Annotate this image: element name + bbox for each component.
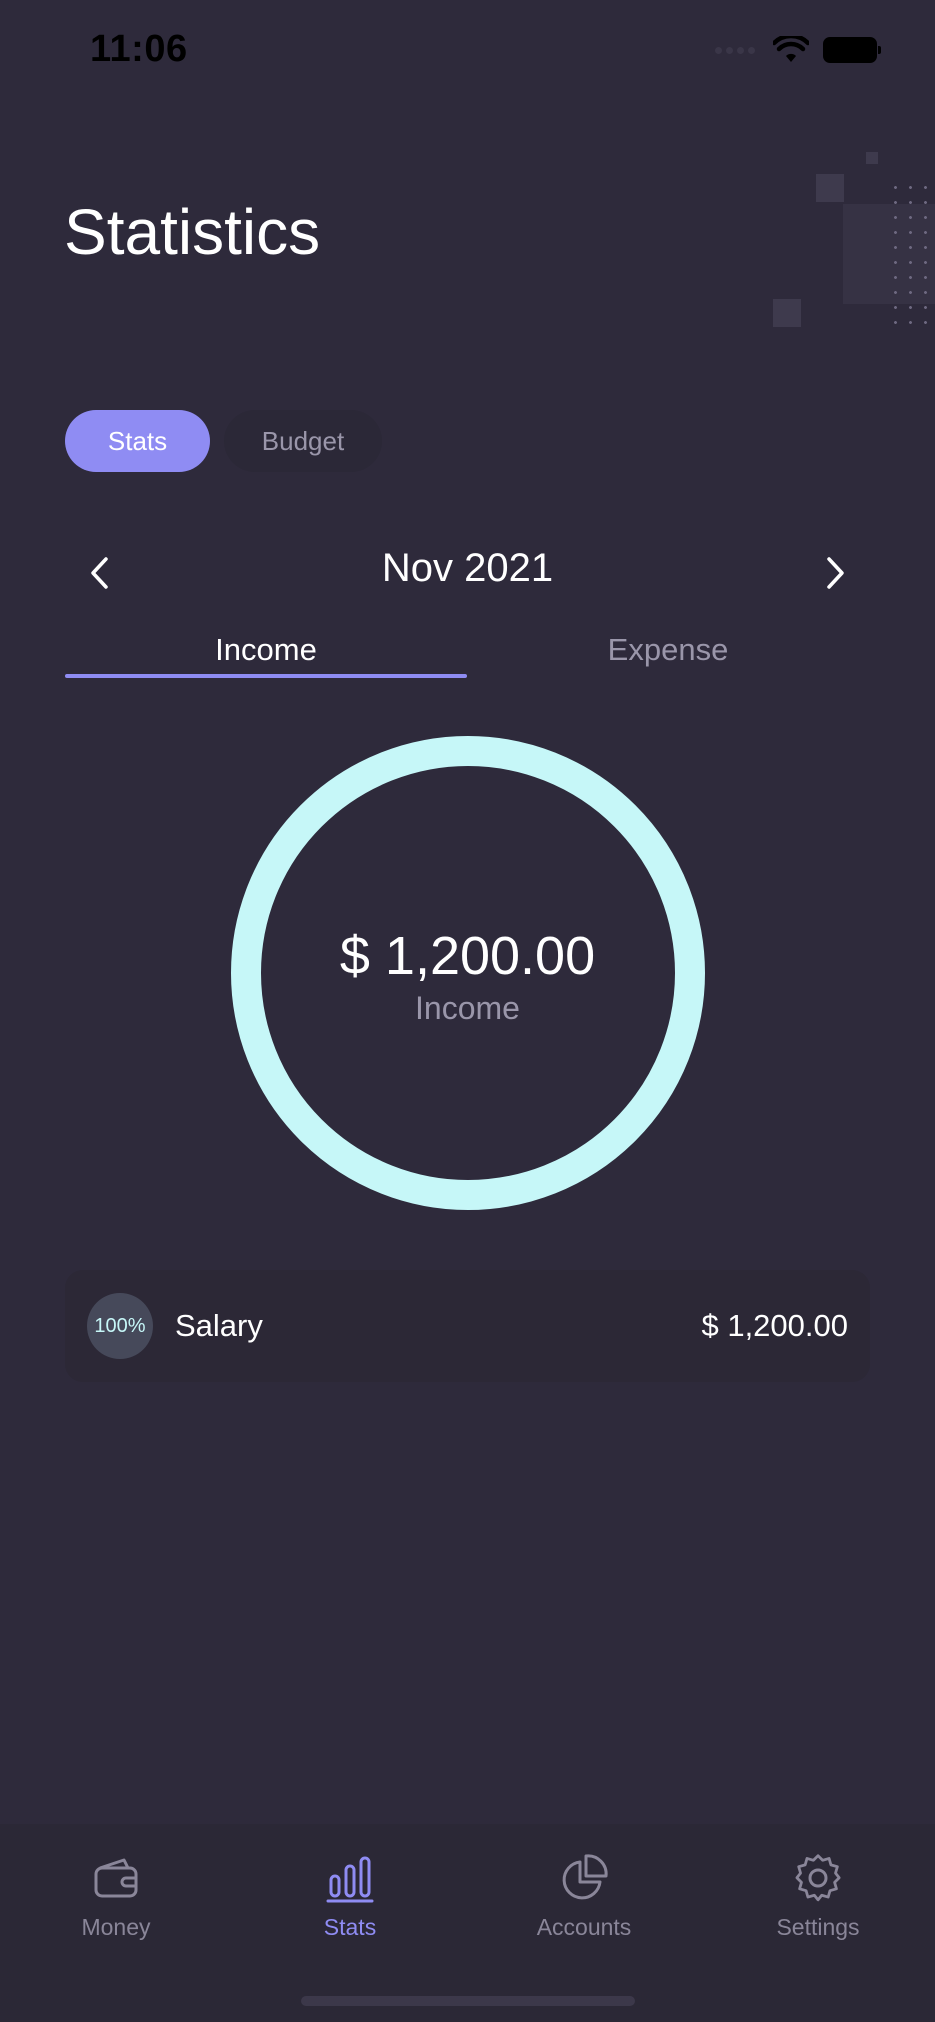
status-time: 11:06	[90, 28, 188, 70]
decoration-square	[773, 299, 801, 327]
page-title: Statistics	[64, 196, 321, 268]
total-amount-label: Income	[415, 990, 520, 1026]
tab-expense[interactable]: Expense	[467, 632, 869, 668]
tabbar-item-settings[interactable]: Settings	[733, 1852, 903, 1941]
decoration-dot-grid	[888, 180, 935, 325]
tab-income[interactable]: Income	[65, 632, 467, 668]
tabbar-label: Money	[81, 1914, 151, 1940]
battery-icon	[823, 37, 881, 63]
active-tab-indicator	[65, 674, 467, 678]
segment-stats[interactable]: Stats	[65, 410, 210, 472]
total-amount: $ 1,200.00	[339, 926, 596, 986]
tabbar-item-money[interactable]: Money	[31, 1852, 201, 1941]
bar-chart-icon	[326, 1856, 374, 1903]
wallet-icon	[94, 1858, 138, 1898]
status-icons	[715, 36, 881, 64]
segment-budget[interactable]: Budget	[224, 410, 382, 472]
tabbar-item-accounts[interactable]: Accounts	[499, 1852, 669, 1941]
chevron-left-icon	[91, 557, 108, 589]
tabbar-item-stats[interactable]: Stats	[265, 1852, 435, 1941]
decoration-square	[866, 152, 878, 164]
tabbar-label: Accounts	[536, 1914, 632, 1940]
home-indicator	[301, 1996, 635, 2006]
next-period-button[interactable]	[810, 548, 860, 598]
stats-budget-segmented-control: Stats Budget	[65, 410, 382, 472]
chevron-right-icon	[827, 557, 844, 589]
decoration-square	[816, 174, 844, 202]
period-label: Nov 2021	[381, 546, 554, 590]
tabbar-label: Stats	[323, 1914, 377, 1940]
pie-chart-icon	[562, 1854, 608, 1900]
gear-icon	[795, 1854, 841, 1902]
category-name: Salary	[175, 1308, 263, 1343]
tabbar-label: Settings	[776, 1914, 860, 1940]
wifi-icon	[773, 36, 809, 62]
previous-period-button[interactable]	[75, 548, 125, 598]
percent-badge: 100%	[87, 1293, 153, 1359]
cellular-signal-icon	[715, 41, 759, 59]
category-amount: $ 1,200.00	[701, 1308, 848, 1343]
category-row-salary[interactable]: 100% Salary $ 1,200.00	[65, 1270, 870, 1382]
